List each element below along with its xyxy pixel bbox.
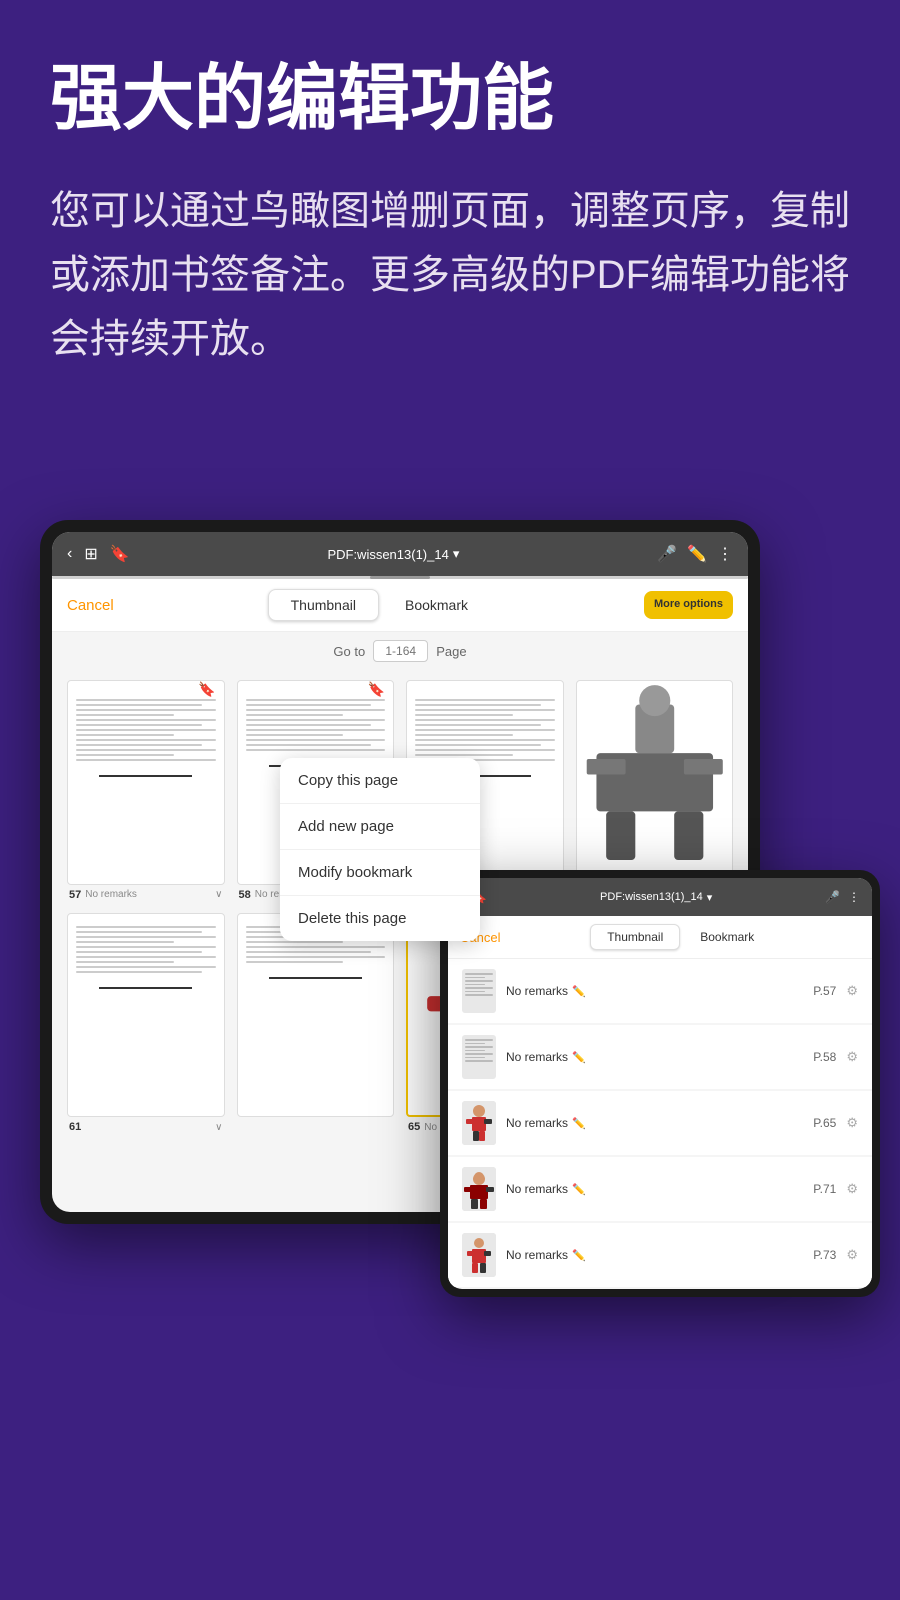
- gear-icon-71[interactable]: ⚙: [846, 1181, 858, 1197]
- secondary-tablet: ‹ 🔖 PDF:wissen13(1)_14 ▾ 🎤 ⋮ Cancel Thum…: [440, 870, 880, 1297]
- gear-icon-73[interactable]: ⚙: [846, 1247, 858, 1263]
- mic-icon[interactable]: 🎤: [657, 544, 677, 564]
- secondary-filename: PDF:wissen13(1)_14: [600, 891, 703, 903]
- edit-icon-71[interactable]: ✏️: [572, 1183, 586, 1196]
- bookmark-item-65[interactable]: No remarks ✏️ P.65 ⚙: [448, 1091, 872, 1155]
- context-modify-bookmark[interactable]: Modify bookmark: [280, 850, 480, 896]
- bookmark-icon[interactable]: 🔖: [110, 544, 130, 564]
- bookmark-item-71[interactable]: No remarks ✏️ P.71 ⚙: [448, 1157, 872, 1221]
- bookmark-item-57[interactable]: No remarks ✏️ P.57 ⚙: [448, 959, 872, 1023]
- more-icon-2[interactable]: ⋮: [848, 890, 860, 904]
- tab-group: Thumbnail Bookmark: [114, 589, 644, 621]
- bookmark-item-58[interactable]: No remarks ✏️ P.58 ⚙: [448, 1025, 872, 1089]
- cancel-button[interactable]: Cancel: [67, 597, 114, 614]
- pen-icon[interactable]: ✏️: [687, 544, 707, 564]
- context-menu: Copy this page Add new page Modify bookm…: [280, 758, 480, 941]
- context-add-page[interactable]: Add new page: [280, 804, 480, 850]
- tab-thumbnail-2[interactable]: Thumbnail: [590, 924, 680, 950]
- back-icon[interactable]: ‹: [67, 545, 72, 563]
- bookmark-page-73: P.73: [813, 1248, 836, 1262]
- gear-icon-57[interactable]: ⚙: [846, 983, 858, 999]
- tablet-topbar: ‹ ⊞ 🔖 PDF:wissen13(1)_14 ▾ 🎤 ✏️ ⋮: [52, 532, 748, 576]
- page-label: Page: [436, 644, 466, 659]
- header-section: 强大的编辑功能 您可以通过鸟瞰图增删页面，调整页序，复制或添加书签备注。更多高级…: [0, 0, 900, 401]
- thumb-lines-61: [68, 914, 224, 984]
- bookmark-57: 🔖: [198, 681, 215, 698]
- thumb-label-61: 61 ∨: [67, 1121, 225, 1133]
- thumb-page-61: [67, 913, 225, 1118]
- bookmark-page-57: P.57: [813, 984, 836, 998]
- thumb-item-empty[interactable]: [237, 913, 395, 1134]
- bookmark-info-57: No remarks ✏️: [506, 984, 803, 998]
- tab-group-2: Thumbnail Bookmark: [500, 924, 860, 950]
- tab-thumbnail[interactable]: Thumbnail: [268, 589, 379, 621]
- more-options-button[interactable]: More options: [644, 591, 733, 618]
- thumb-item-60[interactable]: 60 ∨: [576, 680, 734, 901]
- bookmark-info-73: No remarks ✏️: [506, 1248, 803, 1262]
- secondary-topbar: ‹ 🔖 PDF:wissen13(1)_14 ▾ 🎤 ⋮: [448, 878, 872, 916]
- gear-icon-58[interactable]: ⚙: [846, 1049, 858, 1065]
- bookmark-page-58: P.58: [813, 1050, 836, 1064]
- thumb-art-60: [577, 681, 733, 884]
- bookmark-name-73: No remarks ✏️: [506, 1248, 803, 1262]
- edit-icon-57[interactable]: ✏️: [572, 985, 586, 998]
- thumb-page-57: 🔖: [67, 680, 225, 885]
- secondary-topbar-center: PDF:wissen13(1)_14 ▾: [487, 891, 825, 904]
- bookmark-page-71: P.71: [813, 1182, 836, 1196]
- bookmark-thumb-71: [462, 1167, 496, 1211]
- grid-icon[interactable]: ⊞: [84, 544, 97, 564]
- edit-icon-58[interactable]: ✏️: [572, 1051, 586, 1064]
- topbar-left: ‹ ⊞ 🔖: [67, 544, 130, 564]
- secondary-toolbar: Cancel Thumbnail Bookmark: [448, 916, 872, 959]
- bookmark-thumb-65: [462, 1101, 496, 1145]
- tab-bookmark-2[interactable]: Bookmark: [684, 924, 770, 950]
- bookmark-name-57: No remarks ✏️: [506, 984, 803, 998]
- edit-icon-73[interactable]: ✏️: [572, 1249, 586, 1262]
- bookmark-list: No remarks ✏️ P.57 ⚙: [448, 959, 872, 1287]
- bookmark-thumb-58: [462, 1035, 496, 1079]
- bookmark-item-73[interactable]: No remarks ✏️ P.73 ⚙: [448, 1223, 872, 1287]
- secondary-tablet-screen: ‹ 🔖 PDF:wissen13(1)_14 ▾ 🎤 ⋮ Cancel Thum…: [448, 878, 872, 1289]
- page-title: 强大的编辑功能: [50, 60, 850, 139]
- bookmark-info-71: No remarks ✏️: [506, 1182, 803, 1196]
- context-copy-page[interactable]: Copy this page: [280, 758, 480, 804]
- topbar-center: PDF:wissen13(1)_14 ▾: [130, 546, 658, 562]
- bookmark-name-65: No remarks ✏️: [506, 1116, 803, 1130]
- context-delete-page[interactable]: Delete this page: [280, 896, 480, 941]
- page-input[interactable]: [373, 640, 428, 662]
- tab-bookmark[interactable]: Bookmark: [383, 589, 490, 621]
- goto-row: Go to Page: [52, 632, 748, 670]
- bookmark-thumb-73: [462, 1233, 496, 1277]
- edit-icon-65[interactable]: ✏️: [572, 1117, 586, 1130]
- topbar-right: 🎤 ✏️ ⋮: [657, 544, 733, 564]
- bookmark-info-58: No remarks ✏️: [506, 1050, 803, 1064]
- thumb-item-61[interactable]: 61 ∨: [67, 913, 225, 1134]
- thumb-page-empty: [237, 913, 395, 1118]
- thumb-label-57: 57 No remarks ∨: [67, 889, 225, 901]
- bookmark-58: 🔖: [368, 681, 385, 698]
- goto-label: Go to: [333, 644, 365, 659]
- mic-icon-2[interactable]: 🎤: [825, 890, 840, 904]
- page-description: 您可以通过鸟瞰图增删页面，调整页序，复制或添加书签备注。更多高级的PDF编辑功能…: [50, 179, 850, 371]
- bookmark-page-65: P.65: [813, 1116, 836, 1130]
- thumbnail-toolbar: Cancel Thumbnail Bookmark More options: [52, 579, 748, 632]
- filename-chevron[interactable]: ▾: [453, 546, 460, 562]
- device-container: ‹ ⊞ 🔖 PDF:wissen13(1)_14 ▾ 🎤 ✏️ ⋮: [40, 520, 860, 1224]
- bookmark-name-71: No remarks ✏️: [506, 1182, 803, 1196]
- bookmark-thumb-57: [462, 969, 496, 1013]
- filename-label: PDF:wissen13(1)_14: [327, 547, 448, 562]
- thumb-page-60: [576, 680, 734, 885]
- bookmark-info-65: No remarks ✏️: [506, 1116, 803, 1130]
- bookmark-name-58: No remarks ✏️: [506, 1050, 803, 1064]
- gear-icon-65[interactable]: ⚙: [846, 1115, 858, 1131]
- thumb-item-57[interactable]: 🔖: [67, 680, 225, 901]
- more-icon[interactable]: ⋮: [717, 544, 733, 564]
